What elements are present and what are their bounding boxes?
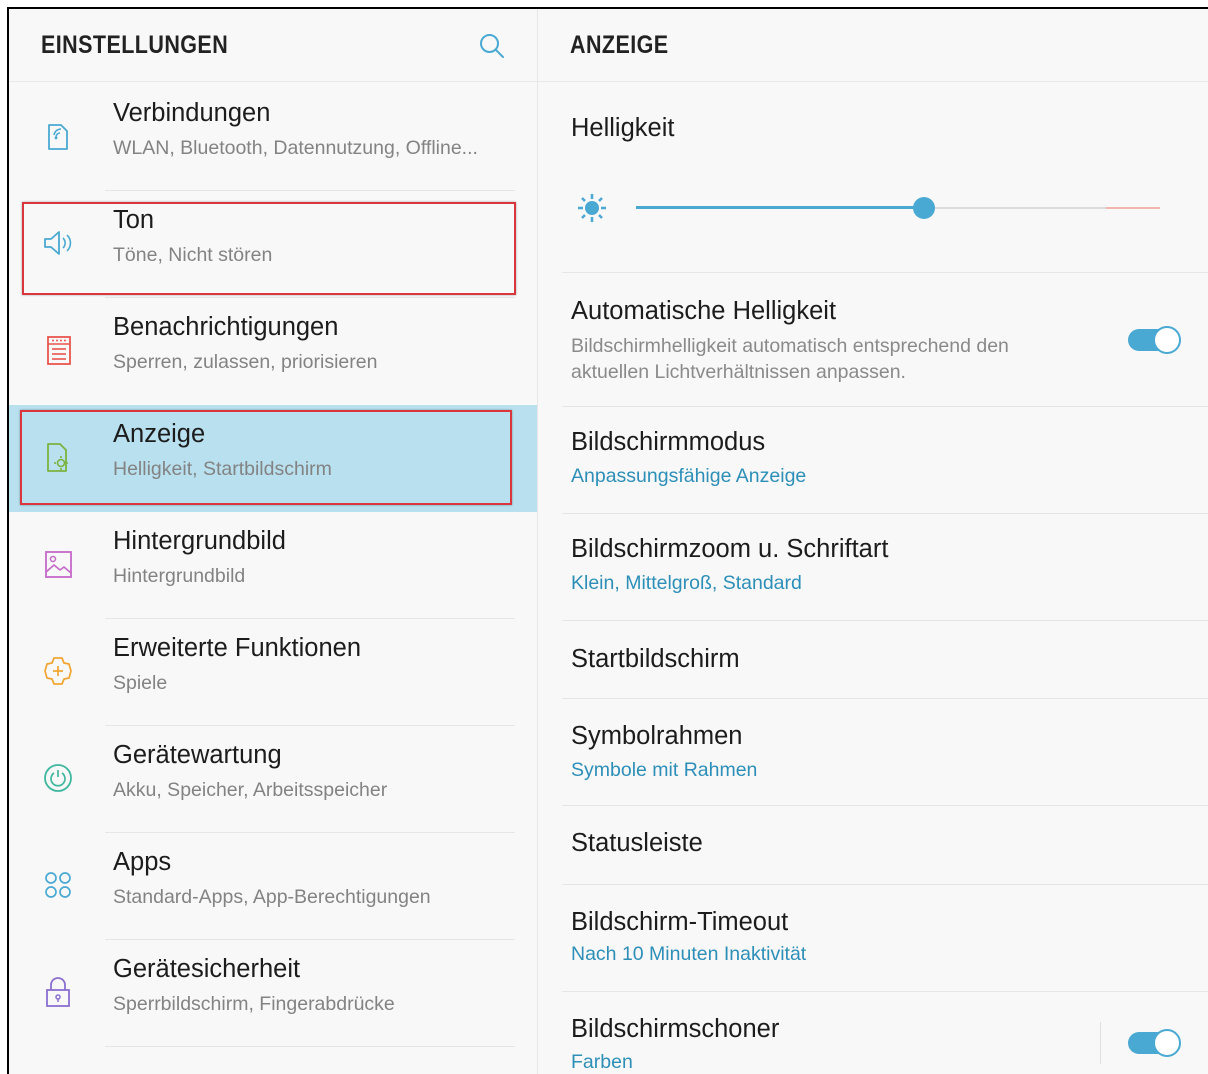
sidebar-item-title: Verbindungen: [113, 99, 271, 127]
sidebar-item-device-maintenance[interactable]: Gerätewartung Akku, Speicher, Arbeitsspe…: [9, 726, 537, 833]
sidebar-item-title: Gerätesicherheit: [113, 955, 301, 983]
toggle-knob: [1153, 1029, 1181, 1057]
page-title: EINSTELLUNGEN: [41, 31, 229, 59]
sidebar-item-subtitle: Spiele: [113, 672, 168, 694]
sidebar-item-connections[interactable]: Verbindungen WLAN, Bluetooth, Datennutzu…: [9, 84, 537, 191]
sidebar-item-wallpaper[interactable]: Hintergrundbild Hintergrundbild: [9, 512, 537, 619]
sidebar-item-title: Benachrichtigungen: [113, 313, 339, 341]
section-title: ANZEIGE: [570, 31, 669, 59]
screensaver-value: Farben: [571, 1051, 633, 1073]
brightness-icon: [578, 194, 606, 222]
zoom-font-value: Klein, Mittelgroß, Standard: [571, 572, 802, 594]
highlight-box-sound: [22, 202, 516, 295]
auto-brightness-setting[interactable]: Automatische Helligkeit Bildschirmhellig…: [538, 273, 1196, 406]
auto-brightness-description: Bildschirmhelligkeit automatisch entspre…: [571, 335, 1009, 383]
right-header: ANZEIGE: [538, 9, 1208, 82]
screen-timeout-value: Nach 10 Minuten Inaktivität: [571, 943, 807, 965]
search-icon[interactable]: [477, 31, 507, 61]
toggle-separator: [1100, 1022, 1101, 1064]
screensaver-toggle[interactable]: [1128, 1029, 1182, 1057]
brightness-slider[interactable]: [636, 194, 1160, 222]
status-bar-setting[interactable]: Statusleiste: [538, 806, 1196, 884]
wallpaper-icon: [45, 551, 72, 578]
device-maintenance-icon: [44, 764, 72, 792]
left-header: EINSTELLUNGEN: [9, 9, 537, 82]
sidebar-item-subtitle: Sperrbildschirm, Fingerabdrücke: [113, 993, 395, 1015]
zoom-font-title: Bildschirmzoom u. Schriftart: [571, 535, 889, 563]
highlight-box-display: [20, 410, 512, 505]
screen-timeout-title: Bildschirm-Timeout: [571, 908, 789, 936]
auto-brightness-title: Automatische Helligkeit: [571, 297, 837, 325]
security-icon: [46, 977, 70, 1007]
sidebar-item-device-security[interactable]: Gerätesicherheit Sperrbildschirm, Finger…: [9, 940, 537, 1047]
status-bar-title: Statusleiste: [571, 829, 703, 857]
sidebar-item-notifications[interactable]: Benachrichtigungen Sperren, zulassen, pr…: [9, 298, 537, 405]
settings-window: EINSTELLUNGEN Verbindungen WLAN, Bluetoo…: [7, 7, 1208, 1074]
screen-mode-value: Anpassungsfähige Anzeige: [571, 465, 807, 487]
screensaver-setting[interactable]: Bildschirmschoner Farben: [538, 992, 1196, 1074]
sidebar-item-subtitle: Sperren, zulassen, priorisieren: [113, 351, 378, 373]
screen-timeout-setting[interactable]: Bildschirm-Timeout Nach 10 Minuten Inakt…: [538, 885, 1196, 991]
sidebar-item-subtitle: Hintergrundbild: [113, 565, 246, 587]
sidebar-item-subtitle: Standard-Apps, App-Berechtigungen: [113, 886, 431, 908]
slider-track-filled: [636, 206, 924, 209]
screen-mode-setting[interactable]: Bildschirmmodus Anpassungsfähige Anzeige: [538, 407, 1196, 513]
icon-frames-title: Symbolrahmen: [571, 722, 743, 750]
sidebar-item-apps[interactable]: Apps Standard-Apps, App-Berechtigungen: [9, 833, 537, 940]
slider-track-warning: [1106, 207, 1160, 209]
apps-icon: [45, 872, 71, 898]
icon-frames-value: Symbole mit Rahmen: [571, 759, 758, 781]
zoom-font-setting[interactable]: Bildschirmzoom u. Schriftart Klein, Mitt…: [538, 514, 1196, 620]
sidebar-item-advanced-features[interactable]: Erweiterte Funktionen Spiele: [9, 619, 537, 726]
screen-mode-title: Bildschirmmodus: [571, 428, 766, 456]
sidebar-item-subtitle: Akku, Speicher, Arbeitsspeicher: [113, 779, 388, 801]
brightness-setting: Helligkeit: [538, 82, 1196, 272]
auto-brightness-toggle[interactable]: [1128, 326, 1182, 354]
divider: [105, 1046, 515, 1047]
sidebar-item-title: Erweiterte Funktionen: [113, 634, 362, 662]
settings-list-panel: EINSTELLUNGEN Verbindungen WLAN, Bluetoo…: [9, 9, 537, 1074]
sidebar-item-title: Hintergrundbild: [113, 527, 286, 555]
slider-thumb[interactable]: [913, 197, 935, 219]
icon-frames-setting[interactable]: Symbolrahmen Symbole mit Rahmen: [538, 699, 1196, 805]
screensaver-title: Bildschirmschoner: [571, 1015, 780, 1043]
home-screen-setting[interactable]: Startbildschirm: [538, 621, 1196, 698]
notifications-icon: [47, 336, 71, 365]
brightness-title: Helligkeit: [571, 114, 675, 142]
display-settings-panel: ANZEIGE Helligkeit Automatische Helligke…: [538, 9, 1208, 1074]
connections-icon: [48, 124, 68, 150]
sidebar-item-title: Gerätewartung: [113, 741, 282, 769]
advanced-features-icon: [44, 657, 72, 685]
home-screen-title: Startbildschirm: [571, 645, 740, 673]
sidebar-item-title: Apps: [113, 848, 172, 876]
toggle-knob: [1153, 326, 1181, 354]
sidebar-item-subtitle: WLAN, Bluetooth, Datennutzung, Offline..…: [113, 137, 478, 159]
